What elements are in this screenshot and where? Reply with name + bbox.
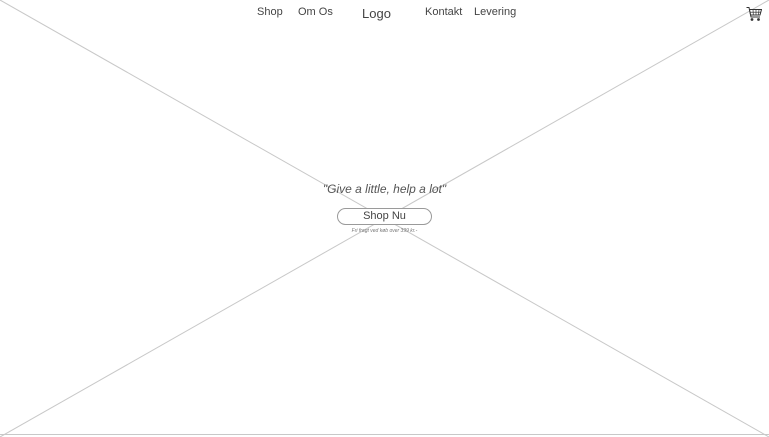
nav-link-levering[interactable]: Levering xyxy=(474,6,516,18)
shop-now-button[interactable]: Shop Nu xyxy=(337,208,432,225)
nav-link-om-os[interactable]: Om Os xyxy=(298,6,333,18)
shopping-cart-icon[interactable] xyxy=(746,6,762,23)
landing-page-wireframe: Shop Om Os Logo Kontakt Levering "Give a… xyxy=(0,0,769,437)
hero-tagline: "Give a little, help a lot" xyxy=(322,182,447,196)
nav-link-shop[interactable]: Shop xyxy=(257,6,283,18)
nav-link-kontakt[interactable]: Kontakt xyxy=(425,6,462,18)
free-shipping-note: Fri fragt ved køb over 399 kr.- xyxy=(351,228,418,234)
top-navigation: Shop Om Os Logo Kontakt Levering xyxy=(0,0,769,28)
logo[interactable]: Logo xyxy=(362,6,391,21)
hero-bottom-border xyxy=(0,434,769,435)
